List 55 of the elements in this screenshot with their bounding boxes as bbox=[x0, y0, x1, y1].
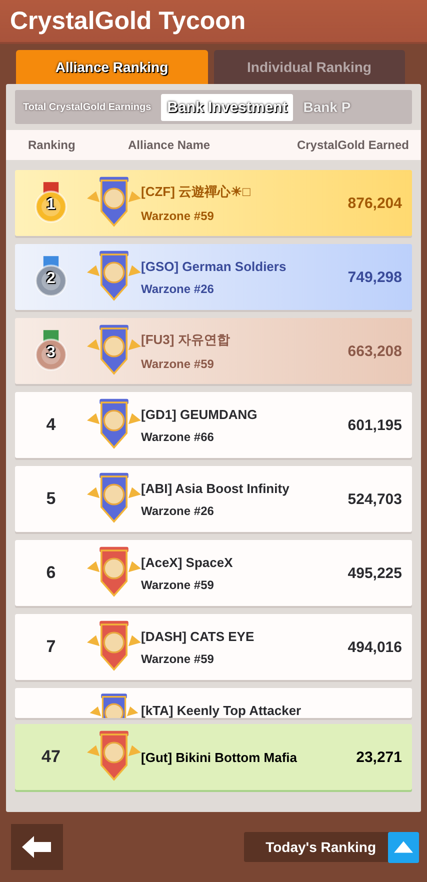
rank-number: 5 bbox=[46, 489, 56, 509]
ranking-tab[interactable]: Individual Ranking bbox=[214, 50, 405, 84]
alliance-name: [kTA] Keenly Top Attacker bbox=[141, 703, 302, 718]
rank-number: 2 bbox=[46, 270, 56, 288]
back-arrow-icon bbox=[22, 835, 52, 859]
warzone-label: Warzone #59 bbox=[141, 357, 215, 371]
medal-icon bbox=[32, 329, 70, 373]
column-label: Alliance Name bbox=[128, 138, 212, 152]
alliance-name: [GSO] German Soldiers bbox=[141, 258, 288, 274]
screen-title: CrystalGold Tycoon bbox=[10, 6, 246, 36]
warzone-label: Warzone #59 bbox=[141, 652, 215, 666]
expand-button[interactable] bbox=[388, 832, 419, 862]
ranking-row[interactable]: 4 [GD1] GEUMDANG Warzone #66 601,195 bbox=[15, 392, 412, 458]
rank-number: 1 bbox=[46, 196, 56, 214]
column-label: Ranking bbox=[28, 138, 76, 152]
alliance-name: [AceX] SpaceX bbox=[141, 554, 234, 570]
up-triangle-icon bbox=[394, 841, 413, 853]
warzone-label: Warzone #26 bbox=[141, 504, 215, 518]
warzone-label: Warzone #59 bbox=[141, 209, 215, 223]
ranking-row[interactable]: [kTA] Keenly Top Attacker bbox=[15, 688, 412, 718]
ranking-row[interactable]: 6 [AceX] SpaceX Warzone #59 495,225 bbox=[15, 540, 412, 606]
todays-ranking-label: Today's Ranking bbox=[264, 839, 377, 855]
medal-icon bbox=[32, 255, 70, 299]
column-label: CrystalGold Earned bbox=[296, 138, 409, 152]
alliance-name: [FU3] 자유연합 bbox=[141, 331, 231, 349]
ranking-row[interactable]: 5 [ABI] Asia Boost Infinity Warzone #26 524,703 bbox=[15, 466, 412, 532]
own-alliance-row[interactable]: 47 [Gut] Bikini Bottom Mafia 23,271 bbox=[15, 724, 412, 790]
warzone-label: Warzone #26 bbox=[141, 282, 215, 296]
ranking-row[interactable]: 7 [DASH] CATS EYE Warzone #59 494,016 bbox=[15, 614, 412, 680]
earned-amount: 601,195 bbox=[348, 416, 403, 434]
earned-amount: 23,271 bbox=[356, 748, 403, 766]
rank-number: 6 bbox=[46, 563, 56, 583]
ranking-row[interactable]: 1 [CZF] 云遊禪心☀□ Warzone #59 876,204 bbox=[15, 170, 412, 236]
back-button[interactable] bbox=[11, 824, 63, 870]
warzone-label: Warzone #66 bbox=[141, 430, 215, 444]
medal-icon bbox=[32, 181, 70, 225]
alliance-name: [DASH] CATS EYE bbox=[141, 628, 256, 644]
ranking-row[interactable]: 2 [GSO] German Soldiers Warzone #26 749,298 bbox=[15, 244, 412, 310]
ranking-row[interactable]: 3 [FU3] 자유연합 Warzone #59 663,208 bbox=[15, 318, 412, 384]
earned-amount: 749,298 bbox=[348, 268, 403, 286]
earned-amount: 876,204 bbox=[348, 194, 403, 212]
alliance-name: [GD1] GEUMDANG bbox=[141, 406, 258, 422]
rank-number: 47 bbox=[42, 747, 60, 767]
alliance-name: [ABI] Asia Boost Infinity bbox=[141, 480, 290, 496]
alliance-name: [Gut] Bikini Bottom Mafia bbox=[141, 750, 298, 764]
category-tab[interactable]: Bank Investment bbox=[161, 94, 294, 120]
alliance-name: [CZF] 云遊禪心☀□ bbox=[141, 183, 252, 201]
earned-amount: 495,225 bbox=[348, 564, 403, 582]
rank-number: 4 bbox=[46, 415, 56, 435]
rank-number: 3 bbox=[46, 344, 56, 362]
warzone-label: Warzone #59 bbox=[141, 578, 215, 592]
earned-amount: 524,703 bbox=[348, 490, 403, 508]
earned-amount: 663,208 bbox=[348, 342, 403, 360]
rank-number: 7 bbox=[46, 637, 56, 657]
earned-amount: 494,016 bbox=[348, 638, 403, 656]
